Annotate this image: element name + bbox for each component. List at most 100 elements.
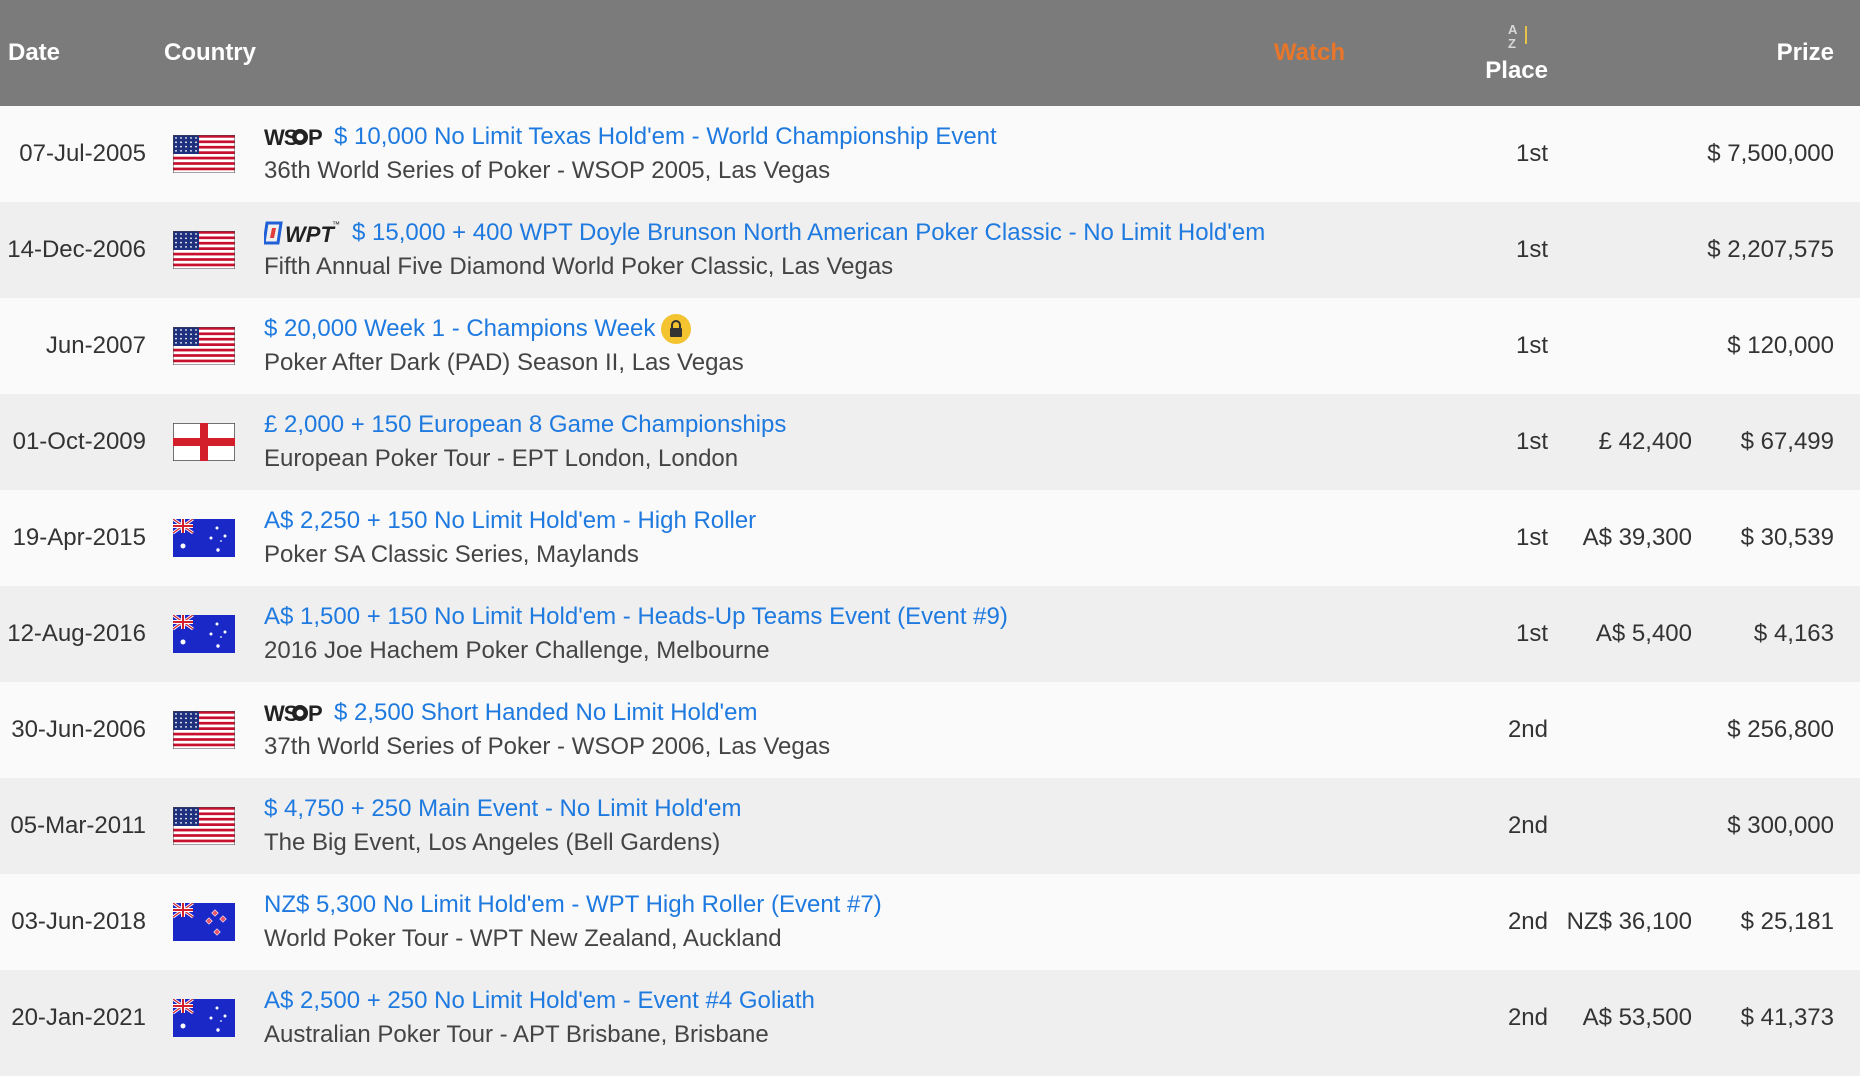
wsop-logo-icon: WS P bbox=[264, 124, 322, 150]
table-row: 19-Apr-2015 A$ 2,250 + 150 No Limit Hold… bbox=[0, 490, 1860, 586]
event-cell: $ 4,750 + 250 Main Event - No Limit Hold… bbox=[264, 778, 742, 874]
prize-column-header[interactable]: Prize bbox=[1777, 0, 1834, 106]
svg-text:A: A bbox=[1508, 22, 1519, 37]
australia-flag-icon bbox=[173, 586, 235, 682]
event-title-text[interactable]: A$ 2,250 + 150 No Limit Hold'em - High R… bbox=[264, 504, 756, 538]
row-prize: $ 2,207,575 bbox=[1707, 236, 1834, 263]
event-series-text: Poker After Dark (PAD) Season II, Las Ve… bbox=[264, 349, 744, 376]
event-cell: A$ 1,500 + 150 No Limit Hold'em - Heads-… bbox=[264, 586, 1008, 682]
table-row: 03-Jun-2018 NZ$ 5,300 No Limit Hold'em -… bbox=[0, 874, 1860, 970]
svg-text:P: P bbox=[308, 125, 322, 150]
row-prize: $ 4,163 bbox=[1753, 620, 1834, 647]
watch-column-header[interactable]: Watch bbox=[1274, 0, 1345, 106]
table-header: Date Country Watch A Z Place Prize bbox=[0, 0, 1860, 106]
row-prize: $ 41,373 bbox=[1740, 1004, 1834, 1031]
usa-flag-icon bbox=[173, 682, 235, 778]
usa-flag-icon bbox=[173, 778, 235, 874]
svg-text:P: P bbox=[308, 701, 322, 726]
event-title-link[interactable]: NZ$ 5,300 No Limit Hold'em - WPT High Ro… bbox=[264, 888, 882, 922]
wsop-logo-icon: WS P bbox=[264, 700, 322, 726]
row-date: 07-Jul-2005 bbox=[19, 140, 146, 167]
country-column-header[interactable]: Country bbox=[164, 0, 256, 106]
event-cell: WS P $ 10,000 No Limit Texas Hold'em - Wo… bbox=[264, 106, 997, 202]
event-title-text[interactable]: $ 10,000 No Limit Texas Hold'em - World … bbox=[334, 120, 997, 154]
table-row: 05-Mar-2011 $ 4,750 + 250 Main Event - N… bbox=[0, 778, 1860, 874]
row-prize: $ 25,181 bbox=[1740, 908, 1834, 935]
place-header-label: Place bbox=[1485, 56, 1548, 84]
usa-flag-icon bbox=[173, 298, 235, 394]
australia-flag-icon bbox=[173, 490, 235, 586]
event-series-text: 2016 Joe Hachem Poker Challenge, Melbour… bbox=[264, 637, 770, 664]
event-title-text[interactable]: £ 2,000 + 150 European 8 Game Championsh… bbox=[264, 408, 786, 442]
england-flag-icon bbox=[173, 394, 235, 490]
svg-text:Z: Z bbox=[1508, 36, 1518, 50]
australia-flag-icon bbox=[173, 970, 235, 1066]
table-row: 30-Jun-2006 WS P $ 2,500 Short Handed No … bbox=[0, 682, 1860, 778]
table-body: 07-Jul-2005 WS P $ 10,000 No Limit Texas … bbox=[0, 106, 1860, 1066]
event-title-link[interactable]: A$ 1,500 + 150 No Limit Hold'em - Heads-… bbox=[264, 600, 1008, 634]
row-date: 30-Jun-2006 bbox=[11, 716, 146, 743]
place-column-header[interactable]: A Z Place bbox=[1485, 0, 1548, 106]
row-date: 12-Aug-2016 bbox=[7, 620, 146, 647]
row-prize: $ 256,800 bbox=[1727, 716, 1834, 743]
row-date: 14-Dec-2006 bbox=[7, 236, 146, 263]
event-series-text: World Poker Tour - WPT New Zealand, Auck… bbox=[264, 925, 782, 952]
event-cell: A$ 2,250 + 150 No Limit Hold'em - High R… bbox=[264, 490, 756, 586]
sort-az-icon[interactable]: A Z bbox=[1500, 22, 1534, 53]
event-cell: WPT ™ $ 15,000 + 400 WPT Doyle Brunson No… bbox=[264, 202, 1265, 298]
row-prize: $ 7,500,000 bbox=[1707, 140, 1834, 167]
table-row: 14-Dec-2006 WPT ™ $ 15,000 + 400 WPT Doyl… bbox=[0, 202, 1860, 298]
event-title-link[interactable]: A$ 2,250 + 150 No Limit Hold'em - High R… bbox=[264, 504, 756, 538]
date-column-header[interactable]: Date bbox=[8, 0, 60, 106]
event-title-link[interactable]: $ 4,750 + 250 Main Event - No Limit Hold… bbox=[264, 792, 742, 826]
event-cell: NZ$ 5,300 No Limit Hold'em - WPT High Ro… bbox=[264, 874, 882, 970]
event-title-text[interactable]: A$ 1,500 + 150 No Limit Hold'em - Heads-… bbox=[264, 600, 1008, 634]
event-title-text[interactable]: $ 20,000 Week 1 - Champions Week bbox=[264, 312, 655, 346]
event-title-text[interactable]: $ 4,750 + 250 Main Event - No Limit Hold… bbox=[264, 792, 742, 826]
table-row: 20-Jan-2021 A$ 2,500 + 250 No Limit Hold… bbox=[0, 970, 1860, 1066]
row-date: 01-Oct-2009 bbox=[12, 428, 146, 455]
svg-text:WPT: WPT bbox=[285, 222, 335, 247]
event-series-text: The Big Event, Los Angeles (Bell Gardens… bbox=[264, 829, 721, 856]
event-title-link[interactable]: A$ 2,500 + 250 No Limit Hold'em - Event … bbox=[264, 984, 815, 1018]
row-prize: $ 120,000 bbox=[1727, 332, 1834, 359]
table-row: 12-Aug-2016 A$ 1,500 + 150 No Limit Hold… bbox=[0, 586, 1860, 682]
event-cell: A$ 2,500 + 250 No Limit Hold'em - Event … bbox=[264, 970, 815, 1066]
results-table: Date Country Watch A Z Place Prize 07-Ju… bbox=[0, 0, 1860, 1076]
event-title-link[interactable]: WPT ™ $ 15,000 + 400 WPT Doyle Brunson No… bbox=[264, 216, 1265, 250]
event-series-text: Fifth Annual Five Diamond World Poker Cl… bbox=[264, 253, 894, 280]
lock-icon bbox=[661, 314, 692, 344]
event-cell: £ 2,000 + 150 European 8 Game Championsh… bbox=[264, 394, 786, 490]
event-title-text[interactable]: $ 15,000 + 400 WPT Doyle Brunson North A… bbox=[352, 216, 1265, 250]
event-series-text: European Poker Tour - EPT London, London bbox=[264, 445, 739, 472]
event-title-text[interactable]: NZ$ 5,300 No Limit Hold'em - WPT High Ro… bbox=[264, 888, 882, 922]
event-series-text: Poker SA Classic Series, Maylands bbox=[264, 541, 639, 568]
usa-flag-icon bbox=[173, 202, 235, 298]
svg-text:™: ™ bbox=[332, 220, 340, 229]
event-title-link[interactable]: £ 2,000 + 150 European 8 Game Championsh… bbox=[264, 408, 786, 442]
event-cell: WS P $ 2,500 Short Handed No Limit Hold'e… bbox=[264, 682, 830, 778]
row-prize: $ 67,499 bbox=[1740, 428, 1834, 455]
row-date: 19-Apr-2015 bbox=[12, 524, 146, 551]
event-title-link[interactable]: WS P $ 10,000 No Limit Texas Hold'em - Wo… bbox=[264, 120, 997, 154]
wpt-logo-icon: WPT ™ bbox=[264, 219, 340, 247]
event-title-link[interactable]: $ 20,000 Week 1 - Champions Week bbox=[264, 312, 692, 346]
next-row-strip bbox=[0, 1066, 1860, 1076]
row-date: 20-Jan-2021 bbox=[11, 1004, 146, 1031]
event-series-text: 37th World Series of Poker - WSOP 2006, … bbox=[264, 733, 831, 760]
event-series-text: 36th World Series of Poker - WSOP 2005, … bbox=[264, 157, 831, 184]
usa-flag-icon bbox=[173, 106, 235, 202]
table-row: 07-Jul-2005 WS P $ 10,000 No Limit Texas … bbox=[0, 106, 1860, 202]
event-title-text[interactable]: A$ 2,500 + 250 No Limit Hold'em - Event … bbox=[264, 984, 815, 1018]
event-series-text: Australian Poker Tour - APT Brisbane, Br… bbox=[264, 1021, 769, 1048]
event-title-link[interactable]: WS P $ 2,500 Short Handed No Limit Hold'e… bbox=[264, 696, 757, 730]
row-prize: $ 300,000 bbox=[1727, 812, 1834, 839]
table-row: 01-Oct-2009 £ 2,000 + 150 European 8 Gam… bbox=[0, 394, 1860, 490]
event-title-text[interactable]: $ 2,500 Short Handed No Limit Hold'em bbox=[334, 696, 757, 730]
row-prize: $ 30,539 bbox=[1740, 524, 1834, 551]
event-cell: $ 20,000 Week 1 - Champions Week Poker A… bbox=[264, 298, 744, 394]
row-date: 05-Mar-2011 bbox=[10, 812, 146, 839]
new-zealand-flag-icon bbox=[173, 874, 235, 970]
row-date: Jun-2007 bbox=[45, 332, 146, 359]
row-date: 03-Jun-2018 bbox=[11, 908, 146, 935]
